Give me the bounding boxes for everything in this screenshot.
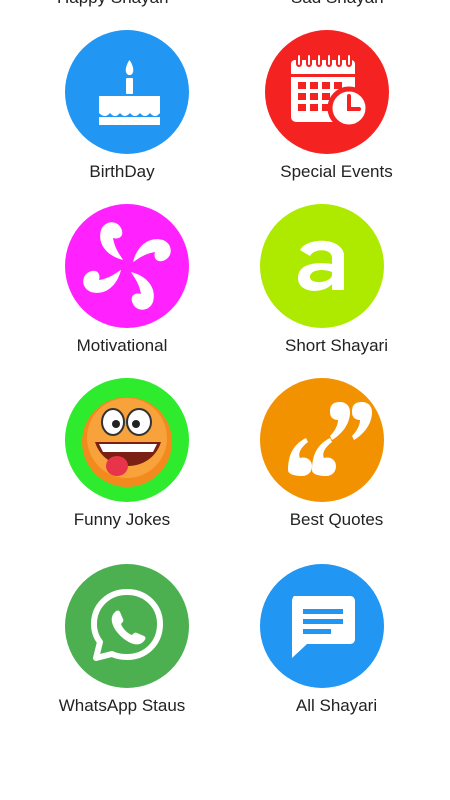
category-motivational[interactable]: Motivational [37,204,217,356]
category-whatsapp-status[interactable]: WhatsApp Staus [37,564,217,716]
category-label: Short Shayari [285,336,388,355]
category-label: Funny Jokes [73,510,171,529]
category-all-shayari[interactable]: All Shayari [233,564,413,716]
funny-face-icon [65,378,189,502]
pinwheel-icon [65,204,189,328]
calendar-clock-icon [265,30,389,154]
category-label: Motivational [76,336,168,355]
category-best-quotes[interactable]: Best Quotes [233,378,413,530]
category-special-events[interactable]: Special Events [233,30,413,182]
category-label: Best Quotes [289,510,384,529]
category-label-happy-shayari[interactable]: Happy Shayari [57,0,169,8]
whatsapp-icon [65,564,189,688]
message-icon [260,564,384,688]
category-label: All Shayari [295,696,378,715]
birthday-cake-icon [65,30,189,154]
letter-a-icon [260,204,384,328]
category-label: BirthDay [89,162,155,181]
category-birthday[interactable]: BirthDay [37,30,217,182]
category-short-shayari[interactable]: Short Shayari [233,204,413,356]
category-label: Special Events [280,162,393,181]
category-label-sad-shayari[interactable]: Sad Shayari [291,0,384,8]
quote-marks-icon [260,378,384,502]
category-funny-jokes[interactable]: Funny Jokes [37,378,217,530]
category-label: WhatsApp Staus [58,696,186,715]
category-grid: Happy Shayari Sad Shayari BirthDay [0,0,450,800]
